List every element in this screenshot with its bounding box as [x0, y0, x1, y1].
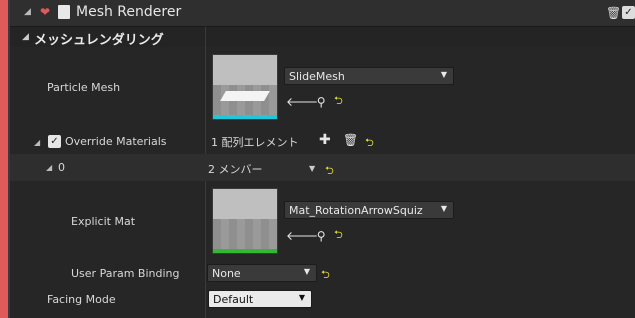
user-param-binding-value: None: [212, 267, 241, 280]
explicit-mat-dropdown[interactable]: Mat_RotationArrowSquiz ▼: [284, 201, 454, 219]
chevron-down-icon: ▼: [440, 204, 447, 213]
search-icon[interactable]: ⚲: [311, 95, 331, 109]
reset-to-default-icon[interactable]: ⮌: [334, 92, 343, 111]
collapse-arrow-icon[interactable]: ◢: [24, 7, 31, 17]
particle-mesh-label: Particle Mesh: [47, 81, 121, 94]
trash-icon[interactable]: 🗑: [606, 6, 621, 20]
member-count: 2 メンバー: [208, 163, 263, 176]
thumbnail-sky: [213, 55, 277, 85]
explicit-mat-value: Mat_RotationArrowSquiz: [289, 204, 423, 217]
particle-mesh-thumbnail[interactable]: [212, 54, 278, 120]
facing-mode-value: Default: [213, 293, 254, 306]
chevron-down-icon: ▼: [440, 70, 447, 79]
add-element-icon[interactable]: ✚: [319, 132, 331, 148]
module-enabled-checkbox[interactable]: ✓: [622, 6, 635, 19]
override-materials-label: Override Materials: [65, 135, 167, 148]
thumbnail-sky: [213, 189, 277, 219]
asset-type-bar: [213, 249, 277, 253]
emitter-color-bar: [0, 0, 8, 318]
browse-arrow-icon[interactable]: 🡐: [286, 228, 318, 243]
user-param-binding-label: User Param Binding: [71, 267, 180, 280]
particle-mesh-dropdown[interactable]: SlideMesh ▼: [284, 67, 454, 85]
reset-to-default-icon[interactable]: ⮌: [365, 134, 374, 153]
reset-to-default-icon[interactable]: ⮌: [325, 162, 334, 181]
element-expand-icon[interactable]: ◢: [46, 163, 52, 172]
reset-to-default-icon[interactable]: ⮌: [321, 266, 330, 285]
override-materials-checkbox[interactable]: ✓: [48, 135, 61, 148]
module-header[interactable]: ◢ ❤ Mesh Renderer 🗑 ✓: [10, 0, 635, 27]
chevron-down-icon: ▼: [303, 267, 310, 276]
section-header[interactable]: ◢ メッシュレンダリング: [10, 27, 635, 48]
search-icon[interactable]: ⚲: [311, 229, 331, 243]
trash-icon[interactable]: 🗑: [343, 133, 358, 147]
user-param-binding-dropdown[interactable]: None ▼: [207, 264, 317, 282]
chevron-down-icon: ▼: [298, 293, 305, 302]
cube-icon: [58, 5, 70, 19]
array-element-row[interactable]: [10, 154, 635, 181]
section-title: メッシュレンダリング: [34, 33, 164, 48]
element-index: 0: [58, 161, 65, 174]
browse-arrow-icon[interactable]: 🡐: [286, 94, 318, 109]
module-title: Mesh Renderer: [76, 4, 182, 20]
mesh-preview-plane: [220, 91, 270, 101]
particle-mesh-value: SlideMesh: [289, 70, 345, 83]
facing-mode-dropdown[interactable]: Default ▼: [208, 290, 312, 308]
reset-to-default-icon[interactable]: ⮌: [334, 226, 343, 245]
facing-mode-label: Facing Mode: [47, 293, 116, 306]
explicit-mat-thumbnail[interactable]: [212, 188, 278, 254]
array-element-count: 1 配列エレメント: [211, 136, 299, 149]
override-materials-expand-icon[interactable]: ◢: [34, 138, 40, 147]
section-expand-icon[interactable]: ◢: [22, 32, 29, 42]
chevron-down-icon[interactable]: ▼: [309, 164, 315, 173]
explicit-mat-label: Explicit Mat: [71, 215, 136, 228]
heart-icon: ❤: [40, 5, 51, 19]
asset-type-bar: [213, 115, 277, 119]
